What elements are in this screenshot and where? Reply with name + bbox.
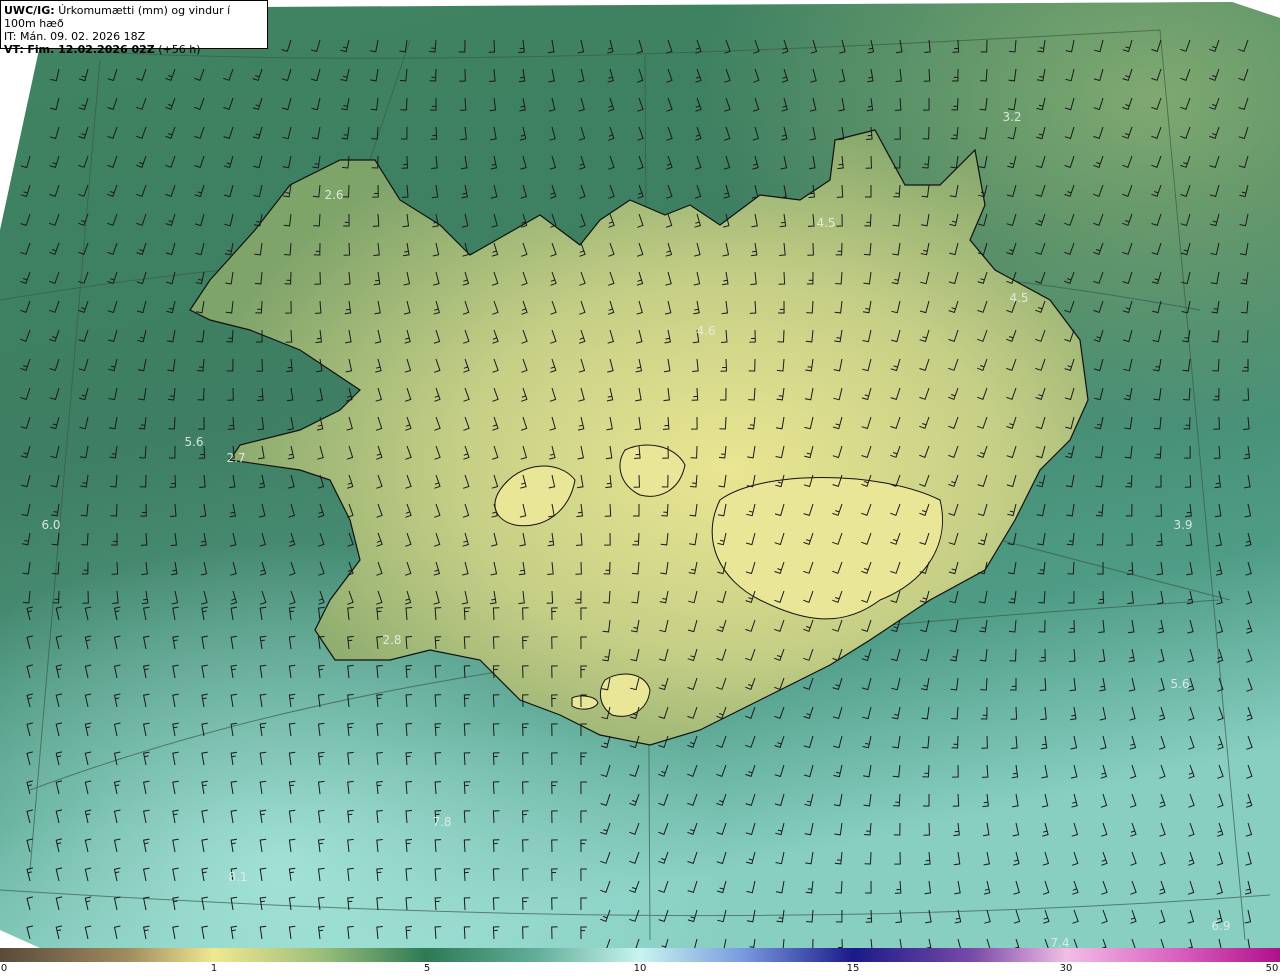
- value-label: 6.9: [1211, 919, 1231, 933]
- lead-time: (+56 h): [158, 43, 201, 56]
- map-title-box: UWC/IG: Úrkomumætti (mm) og vindur í 100…: [0, 0, 268, 56]
- colorbar-labels: 0 1 5 10 15 30 50: [0, 962, 1280, 978]
- colorbar-tick: 15: [846, 963, 860, 974]
- value-label: 3.2: [1002, 110, 1022, 124]
- colorbar: [0, 948, 1280, 962]
- value-label: 4.5: [816, 216, 836, 230]
- colorbar-tick: 30: [1059, 963, 1073, 974]
- value-label: 2.7: [226, 451, 246, 465]
- init-time: IT: Mán. 09. 02. 2026 18Z: [4, 30, 146, 43]
- value-label: 3.9: [1173, 518, 1193, 532]
- colorbar-tick: 10: [633, 963, 647, 974]
- value-label: 2.8: [382, 633, 402, 647]
- valid-time: Fim. 12.02.2026 02Z: [27, 43, 155, 56]
- value-label: 4.6: [696, 324, 716, 338]
- value-label: 5.6: [184, 435, 204, 449]
- colorbar-tick: 0: [0, 963, 8, 974]
- value-label: 5.6: [1170, 677, 1190, 691]
- value-label: 7.8: [432, 815, 452, 829]
- model-name: UWC/IG:: [4, 4, 55, 17]
- value-label: 8.1: [228, 870, 248, 884]
- colorbar-tick: 5: [423, 963, 431, 974]
- colorbar-tick: 50: [1265, 963, 1279, 974]
- colorbar-tick: 1: [210, 963, 218, 974]
- map-canvas: [0, 0, 1280, 948]
- value-label: 2.6: [324, 188, 344, 202]
- value-label: 6.0: [41, 518, 61, 532]
- forecast-map: UWC/IG: Úrkomumætti (mm) og vindur í 100…: [0, 0, 1280, 978]
- value-label: 4.5: [1009, 291, 1029, 305]
- valid-prefix: VT:: [4, 43, 24, 56]
